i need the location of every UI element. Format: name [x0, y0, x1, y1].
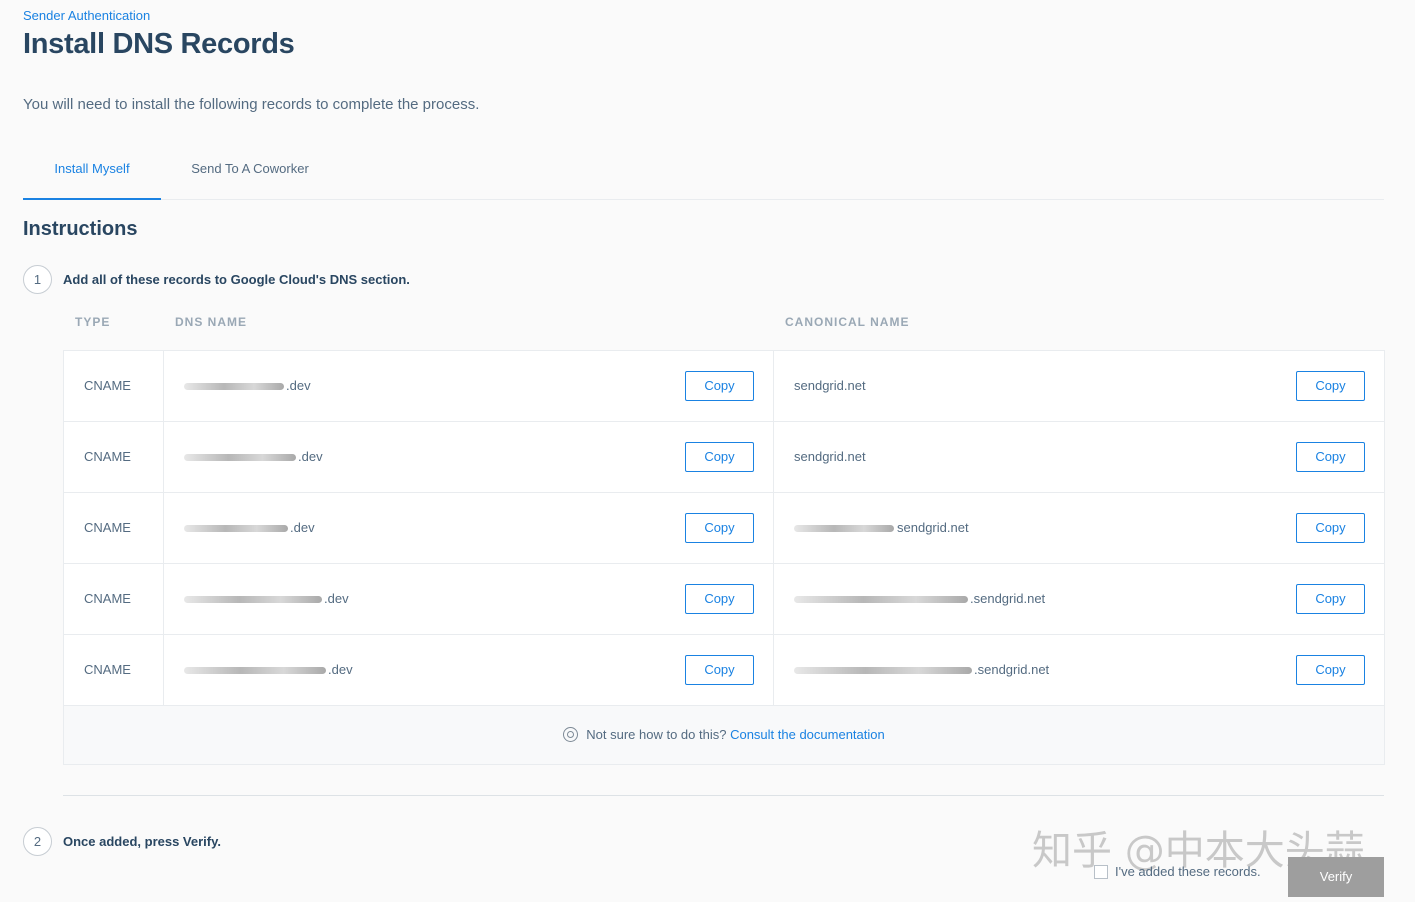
copy-canonical-name-button[interactable]: Copy	[1296, 513, 1365, 543]
canonical-name-cell: sendgrid.net Copy	[774, 351, 1384, 421]
record-type: CNAME	[64, 422, 164, 492]
records-added-checkbox-wrap[interactable]: I've added these records.	[1094, 864, 1261, 879]
tab-bar: Install Myself Send To A Coworker	[23, 152, 1384, 200]
tab-send-to-coworker[interactable]: Send To A Coworker	[175, 152, 325, 200]
step-text: Once added, press Verify.	[63, 834, 221, 849]
canonical-name-value[interactable]: .sendgrid.net	[970, 564, 1045, 634]
breadcrumb[interactable]: Sender Authentication	[23, 8, 150, 23]
table-row: CNAME .dev Copy sendgrid.net Copy	[64, 351, 1384, 422]
dns-records-table: CNAME .dev Copy sendgrid.net Copy CNAME …	[63, 350, 1385, 765]
lifebuoy-icon	[563, 727, 579, 742]
record-type: CNAME	[64, 493, 164, 563]
redacted-text	[184, 383, 284, 390]
help-text: Not sure how to do this?	[586, 727, 727, 742]
canonical-name-cell: sendgrid.net Copy	[774, 493, 1384, 563]
dns-name-cell: .dev Copy	[164, 351, 774, 421]
canonical-name-value[interactable]: .sendgrid.net	[974, 635, 1049, 705]
dns-name-value[interactable]: .dev	[290, 493, 315, 563]
verify-button[interactable]: Verify	[1288, 857, 1384, 897]
step-number: 2	[23, 827, 52, 856]
record-type: CNAME	[64, 351, 164, 421]
redacted-text	[184, 667, 326, 674]
dns-name-value[interactable]: .dev	[328, 635, 353, 705]
dns-name-value[interactable]: .dev	[324, 564, 349, 634]
copy-dns-name-button[interactable]: Copy	[685, 513, 754, 543]
column-header-dns-name: DNS NAME	[175, 315, 248, 329]
redacted-text	[184, 596, 322, 603]
step-number: 1	[23, 265, 52, 294]
redacted-text	[184, 525, 288, 532]
canonical-name-cell: sendgrid.net Copy	[774, 422, 1384, 492]
page-title: Install DNS Records	[23, 28, 295, 60]
records-added-checkbox[interactable]	[1094, 865, 1108, 879]
redacted-text	[184, 454, 296, 461]
column-header-type: TYPE	[75, 315, 111, 329]
canonical-name-value[interactable]: sendgrid.net	[794, 351, 866, 421]
intro-text: You will need to install the following r…	[23, 96, 480, 113]
table-row: CNAME .dev Copy .sendgrid.net Copy	[64, 564, 1384, 635]
copy-canonical-name-button[interactable]: Copy	[1296, 655, 1365, 685]
record-type: CNAME	[64, 635, 164, 705]
dns-name-cell: .dev Copy	[164, 564, 774, 634]
column-header-canonical-name: CANONICAL NAME	[785, 315, 910, 329]
copy-dns-name-button[interactable]: Copy	[685, 655, 754, 685]
dns-name-value[interactable]: .dev	[286, 351, 311, 421]
documentation-link[interactable]: Consult the documentation	[730, 727, 885, 742]
step-text: Add all of these records to Google Cloud…	[63, 272, 410, 287]
table-row: CNAME .dev Copy .sendgrid.net Copy	[64, 635, 1384, 706]
dns-name-cell: .dev Copy	[164, 422, 774, 492]
canonical-name-value[interactable]: sendgrid.net	[794, 422, 866, 492]
section-divider	[63, 795, 1384, 796]
copy-canonical-name-button[interactable]: Copy	[1296, 584, 1365, 614]
documentation-help-row: Not sure how to do this? Consult the doc…	[64, 706, 1384, 764]
checkbox-label[interactable]: I've added these records.	[1115, 864, 1261, 879]
canonical-name-value[interactable]: sendgrid.net	[897, 493, 969, 563]
redacted-text	[794, 596, 968, 603]
copy-dns-name-button[interactable]: Copy	[685, 584, 754, 614]
tab-install-myself[interactable]: Install Myself	[23, 152, 161, 200]
copy-dns-name-button[interactable]: Copy	[685, 371, 754, 401]
canonical-name-cell: .sendgrid.net Copy	[774, 564, 1384, 634]
table-row: CNAME .dev Copy sendgrid.net Copy	[64, 422, 1384, 493]
copy-dns-name-button[interactable]: Copy	[685, 442, 754, 472]
canonical-name-cell: .sendgrid.net Copy	[774, 635, 1384, 705]
copy-canonical-name-button[interactable]: Copy	[1296, 371, 1365, 401]
table-row: CNAME .dev Copy sendgrid.net Copy	[64, 493, 1384, 564]
record-type: CNAME	[64, 564, 164, 634]
redacted-text	[794, 667, 972, 674]
copy-canonical-name-button[interactable]: Copy	[1296, 442, 1365, 472]
dns-name-cell: .dev Copy	[164, 635, 774, 705]
redacted-text	[794, 525, 894, 532]
dns-name-cell: .dev Copy	[164, 493, 774, 563]
dns-name-value[interactable]: .dev	[298, 422, 323, 492]
instructions-heading: Instructions	[23, 218, 138, 240]
